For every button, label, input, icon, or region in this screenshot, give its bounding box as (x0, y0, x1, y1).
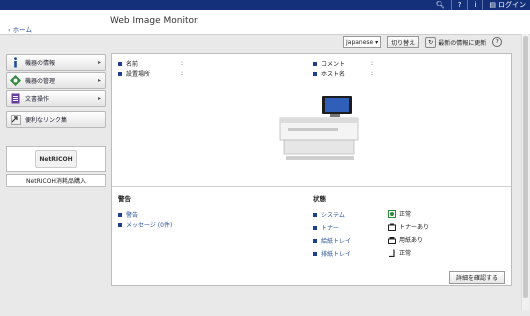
login-button[interactable]: ▤ ログイン (489, 0, 526, 10)
status-system-value: 正常 (388, 209, 411, 218)
sidebar-item-label: 機器の管理 (25, 78, 56, 85)
status-input-tray-link[interactable]: 給紙トレイ (313, 236, 351, 245)
status-title: 状態 (313, 195, 326, 203)
chevron-right-icon: ▸ (97, 77, 101, 84)
link-icon (10, 114, 21, 125)
status-toner-value: トナーあり (388, 222, 429, 231)
device-host-row: ホスト名 : (313, 69, 373, 78)
output-icon (388, 249, 396, 257)
status-toner-link[interactable]: トナー (313, 223, 339, 232)
help-icon[interactable]: ? (458, 1, 462, 9)
list-icon: ▤ (489, 1, 496, 9)
name-label: 名前 (126, 61, 139, 68)
bullet-icon (118, 212, 122, 217)
comment-label: コメント (321, 61, 346, 68)
status-label: 排紙トレイ (321, 251, 352, 258)
app-title: Web Image Monitor (110, 16, 198, 26)
scrollbar[interactable] (521, 34, 529, 310)
toolbar: Japanese ▾ 切り替え ↻ 最新の情報に更新 ? (343, 36, 503, 48)
device-location-row: 設置場所 : (118, 69, 183, 78)
refresh-label: 最新の情報に更新 (438, 39, 487, 47)
divider (467, 0, 469, 10)
search-icon[interactable]: 🔍︎ (436, 1, 445, 9)
alerts-title: 警告 (118, 195, 131, 203)
divider (450, 0, 452, 10)
status-value: 正常 (399, 211, 412, 218)
bullet-icon (313, 71, 317, 76)
refresh-button[interactable]: ↻ 最新の情報に更新 (425, 36, 487, 48)
document-icon (10, 93, 21, 104)
refresh-icon: ↻ (425, 36, 437, 48)
host-value: : (371, 70, 374, 77)
sidebar-item-device-management[interactable]: 機器の管理 ▸ (6, 72, 106, 89)
status-value: 正常 (399, 250, 412, 257)
bullet-icon (118, 61, 122, 66)
message-link[interactable]: メッセージ (0件) (118, 220, 172, 229)
useful-links-label: 便利なリンク集 (25, 117, 68, 124)
breadcrumb-home[interactable]: ‹ ホーム (8, 24, 32, 34)
header: Web Image Monitor (0, 10, 530, 35)
language-select[interactable]: Japanese ▾ (343, 36, 382, 48)
alert-link-label: 警告 (126, 212, 139, 219)
help-icon[interactable]: ? (492, 37, 503, 47)
host-label: ホスト名 (321, 71, 346, 78)
ok-icon (388, 209, 396, 218)
paper-icon (388, 236, 396, 244)
location-label: 設置場所 (126, 71, 151, 78)
purchase-link[interactable]: NetRICOH消耗品購入 (6, 174, 106, 187)
bullet-icon (118, 222, 122, 227)
printer-image (279, 96, 359, 160)
gear-icon (10, 75, 21, 86)
device-comment-row: コメント : (313, 59, 373, 68)
login-label: ログイン (498, 1, 526, 9)
status-value: トナーあり (399, 224, 430, 231)
status-label: 給紙トレイ (321, 238, 352, 245)
alert-link[interactable]: 警告 (118, 210, 138, 219)
view-details-button[interactable]: 詳細を確認する (449, 271, 506, 284)
bullet-icon (313, 238, 317, 243)
bullet-icon (118, 71, 122, 76)
chevron-right-icon: ▸ (97, 95, 101, 102)
location-value: : (181, 70, 184, 77)
divider (482, 0, 484, 10)
bullet-icon (313, 61, 317, 66)
status-label: トナー (321, 225, 340, 232)
status-input-tray-value: 用紙あり (388, 235, 423, 244)
netricoh-banner[interactable]: NetRICOH (6, 146, 106, 172)
bullet-icon (313, 212, 317, 217)
sidebar-item-document-ops[interactable]: 文書操作 ▸ (6, 90, 106, 107)
language-value: Japanese (346, 38, 374, 46)
info-icon[interactable]: i (474, 1, 476, 9)
status-system-link[interactable]: システム (313, 210, 345, 219)
status-output-tray-value: 正常 (388, 248, 411, 257)
comment-value: : (371, 60, 374, 67)
chevron-right-icon: ▸ (97, 59, 101, 66)
scrollbar-thumb[interactable] (523, 36, 528, 298)
status-value: 用紙あり (399, 237, 424, 244)
switch-button[interactable]: 切り替え (387, 36, 420, 48)
section-divider (112, 186, 511, 187)
chevron-down-icon: ▾ (373, 38, 379, 46)
sidebar: 機器の情報 ▸ 機器の管理 ▸ 文書操作 ▸ 便利なリンク集 NetRICOH … (6, 54, 106, 187)
bullet-icon (313, 251, 317, 256)
sidebar-item-label: 文書操作 (25, 96, 50, 103)
useful-links-button[interactable]: 便利なリンク集 (6, 111, 106, 128)
status-label: システム (321, 212, 345, 219)
top-bar: 🔍︎ ? i ▤ ログイン (0, 0, 530, 10)
netricoh-logo: NetRICOH (35, 150, 77, 168)
info-icon (10, 57, 21, 68)
status-output-tray-link[interactable]: 排紙トレイ (313, 249, 351, 258)
bullet-icon (313, 225, 317, 230)
name-value: : (181, 60, 184, 67)
main-panel: 名前 : 設置場所 : コメント : ホスト名 : 警告 警告 メッセージ (0… (111, 53, 512, 286)
sidebar-item-label: 機器の情報 (25, 60, 56, 67)
device-name-row: 名前 : (118, 59, 183, 68)
message-link-label: メッセージ (0件) (126, 222, 173, 229)
sidebar-item-device-info[interactable]: 機器の情報 ▸ (6, 54, 106, 71)
toner-icon (388, 223, 396, 231)
